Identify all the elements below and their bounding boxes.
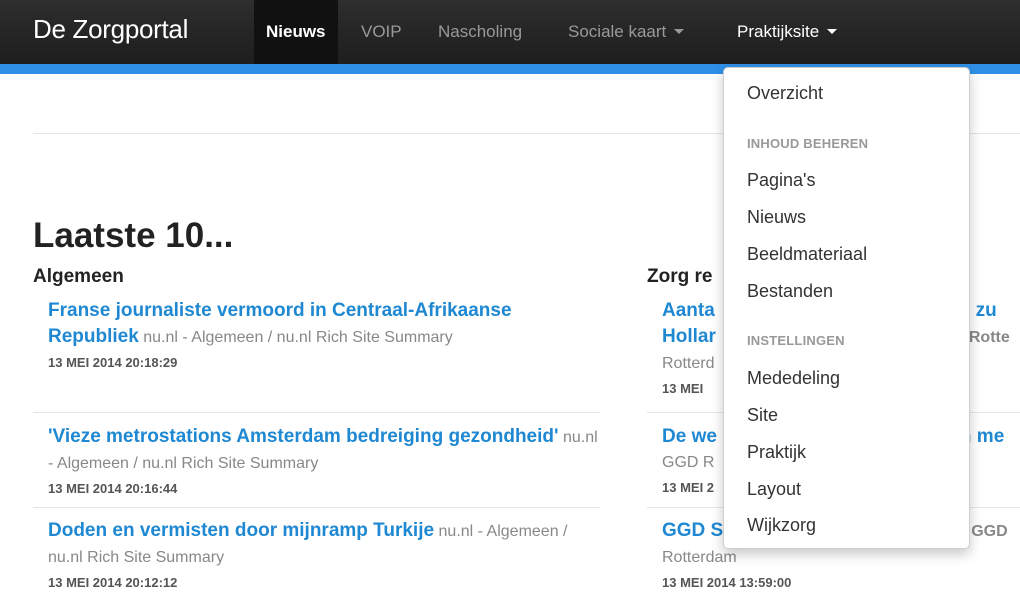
top-navbar: De Zorgportal Nieuws VOIP Nascholing Soc… xyxy=(0,0,1020,74)
menu-item-layout[interactable]: Layout xyxy=(747,479,801,500)
menu-item-paginas[interactable]: Pagina's xyxy=(747,170,815,191)
nav-praktijksite[interactable]: Praktijksite xyxy=(725,0,849,64)
news-date: 13 MEI 2014 20:16:44 xyxy=(48,481,178,496)
nav-sociale-kaart-label: Sociale kaart xyxy=(568,22,667,41)
news-item: Franse journaliste vermoord in Centraal-… xyxy=(48,298,600,370)
menu-item-nieuws[interactable]: Nieuws xyxy=(747,207,806,228)
section-title-algemeen: Algemeen xyxy=(33,266,124,287)
news-source: nu.nl - Algemeen / nu.nl Rich Site Summa… xyxy=(143,329,453,346)
news-title-part: Hollar xyxy=(662,326,716,347)
menu-item-wijkzorg[interactable]: Wijkzorg xyxy=(747,515,816,536)
nav-praktijksite-label: Praktijksite xyxy=(737,22,820,41)
news-title-link[interactable]: 'Vieze metrostations Amsterdam bedreigin… xyxy=(48,426,559,447)
news-date: 13 MEI 2014 20:18:29 xyxy=(48,355,178,370)
praktijksite-dropdown-menu: Overzicht INHOUD BEHEREN Pagina's Nieuws… xyxy=(723,67,970,549)
news-title-part: Aanta xyxy=(662,300,715,321)
menu-item-mededeling[interactable]: Mededeling xyxy=(747,368,840,389)
menu-item-praktijk[interactable]: Praktijk xyxy=(747,442,806,463)
nav-nieuws[interactable]: Nieuws xyxy=(254,0,338,64)
nav-nascholing[interactable]: Nascholing xyxy=(426,0,534,64)
divider xyxy=(33,507,600,508)
nav-voip[interactable]: VOIP xyxy=(349,0,414,64)
divider xyxy=(33,412,600,413)
chevron-down-icon xyxy=(827,29,838,35)
news-date: 13 MEI 2014 13:59:00 xyxy=(662,575,792,590)
page-title: Laatste 10... xyxy=(33,216,234,255)
menu-header-instellingen: INSTELLINGEN xyxy=(747,333,845,348)
news-title-part: GGD S xyxy=(662,520,724,541)
news-item: 'Vieze metrostations Amsterdam bedreigin… xyxy=(48,424,600,496)
menu-item-site[interactable]: Site xyxy=(747,405,778,426)
menu-item-beeldmateriaal[interactable]: Beeldmateriaal xyxy=(747,244,867,265)
menu-item-overzicht[interactable]: Overzicht xyxy=(747,83,823,104)
news-item: Doden en vermisten door mijnramp Turkije… xyxy=(48,518,600,590)
news-title-link[interactable]: Doden en vermisten door mijnramp Turkije xyxy=(48,520,434,541)
nav-sociale-kaart[interactable]: Sociale kaart xyxy=(556,0,696,64)
menu-header-inhoud-beheren: INHOUD BEHEREN xyxy=(747,136,869,151)
news-date: 13 MEI 2014 20:12:12 xyxy=(48,575,178,590)
menu-item-bestanden[interactable]: Bestanden xyxy=(747,281,833,302)
brand-logo[interactable]: De Zorgportal xyxy=(33,14,188,45)
news-source: GGD xyxy=(971,523,1008,540)
section-title-zorg: Zorg re xyxy=(647,266,713,287)
news-title-part: De we xyxy=(662,426,717,447)
chevron-down-icon xyxy=(674,29,685,35)
